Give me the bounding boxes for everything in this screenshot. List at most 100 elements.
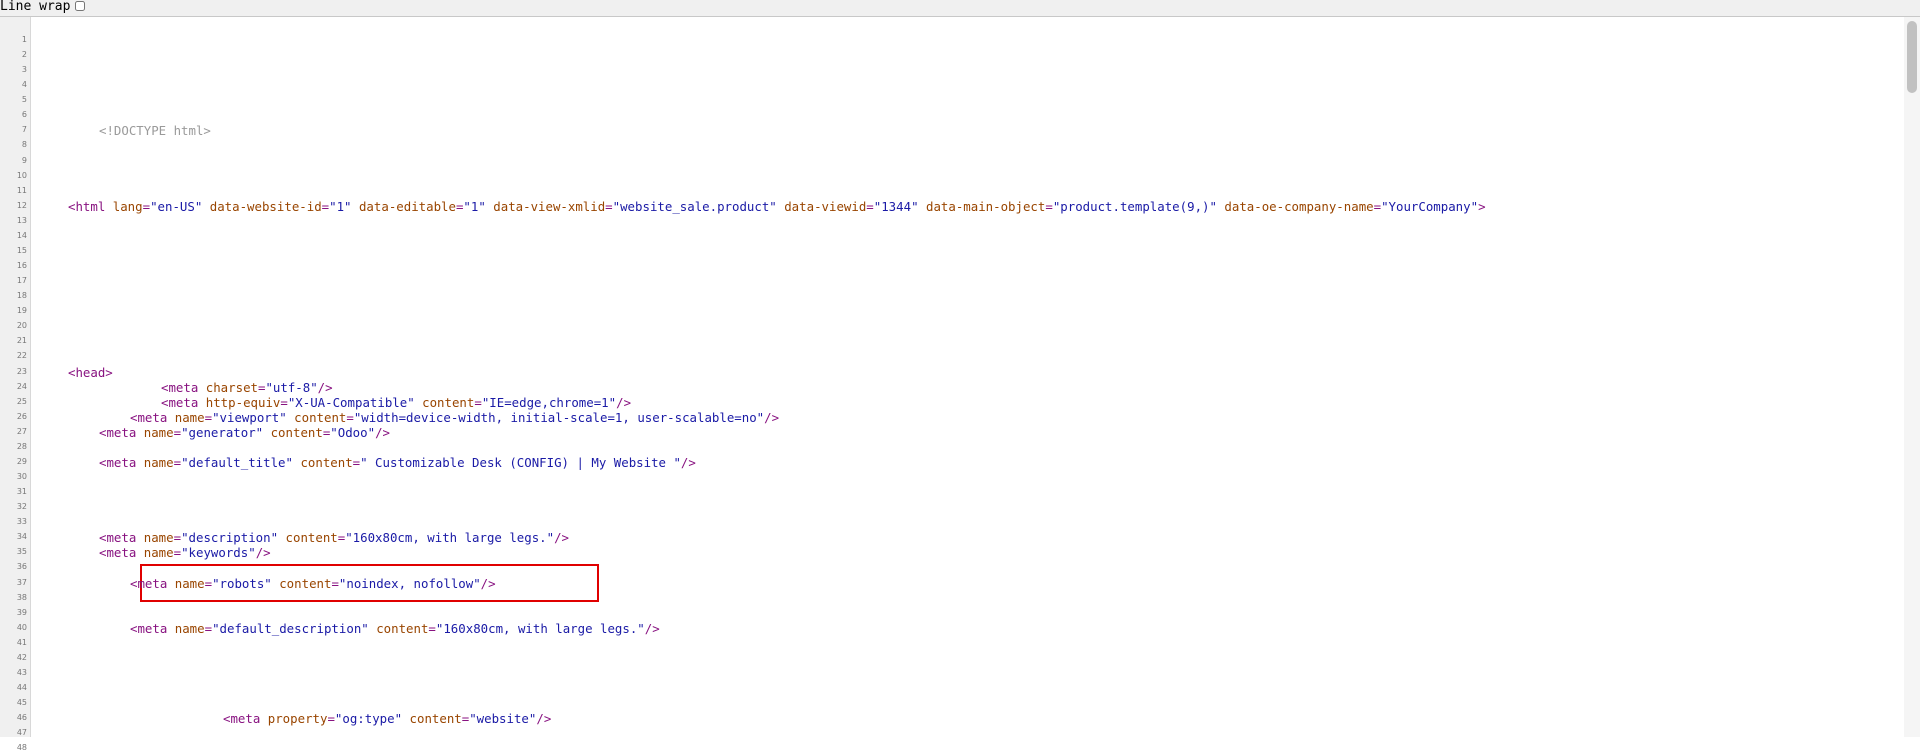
code-token-tag: = (346, 409, 354, 425)
line-number: 36 (16, 562, 27, 572)
line-number: 20 (16, 321, 27, 331)
code-token-val: "IE=edge,chrome=1" (481, 394, 617, 410)
code-token-tag: = (173, 545, 182, 561)
code-token-attr: name (143, 454, 174, 470)
code-token-tag: = (474, 394, 482, 410)
line-number: 10 (16, 170, 27, 180)
line-number: 29 (16, 456, 27, 466)
code-line-23: <head> (68, 365, 113, 380)
code-token-attr: http-equiv (205, 394, 281, 410)
line-number: 16 (16, 261, 27, 271)
code-token-attr: content (271, 575, 332, 591)
code-token-val: "website" (469, 711, 537, 727)
code-token-val: " Customizable Desk (CONFIG) | My Websit… (360, 454, 681, 470)
code-token-val: "default_description" (212, 620, 369, 636)
code-token-tag: <meta (161, 394, 206, 410)
code-token-val: "width=device-width, initial-scale=1, us… (353, 409, 765, 425)
code-token-tag: <head> (68, 364, 113, 380)
code-line-46: <meta property="og:type" content="websit… (223, 711, 551, 726)
code-token-tag: = (204, 620, 213, 636)
code-token-attr: content (402, 711, 462, 727)
code-line-35: <meta name="keywords"/> (99, 545, 271, 560)
code-token-tag: /> (317, 379, 333, 395)
line-number: 27 (16, 426, 27, 436)
code-token-val: "YourCompany" (1381, 198, 1479, 214)
code-token-tag: /> (536, 711, 552, 727)
code-token-tag: <meta (99, 530, 144, 546)
code-token-attr: data-website-id (202, 198, 322, 214)
code-token-tag: = (1373, 198, 1382, 214)
code-token-val: "generator" (181, 424, 264, 440)
code-token-tag: = (331, 575, 339, 591)
code-line-29: <meta name="default_title" content=" Cus… (99, 455, 696, 470)
code-token-attr: name (174, 409, 205, 425)
code-token-tag: = (428, 620, 436, 636)
line-number: 1 (21, 35, 27, 44)
scrollbar-thumb[interactable] (1907, 21, 1917, 93)
code-token-tag: <meta (130, 620, 175, 636)
code-token-attr: data-viewid (776, 198, 867, 214)
line-wrap-checkbox[interactable] (75, 1, 85, 11)
code-line-37: <meta name="robots" content="noindex, no… (130, 576, 496, 591)
code-token-attr: name (174, 620, 205, 636)
code-token-tag: = (204, 409, 213, 425)
code-token-tag: = (204, 575, 213, 591)
line-number: 14 (16, 230, 27, 240)
code-token-tag: = (173, 530, 182, 546)
code-token-attr: name (143, 545, 174, 561)
line-number: 37 (16, 577, 27, 587)
code-token-val: "website_sale.product" (612, 198, 777, 214)
line-number: 26 (16, 411, 27, 421)
code-line-26: <meta name="viewport" content="width=dev… (130, 410, 779, 425)
line-number: 15 (16, 245, 27, 255)
code-token-val: "en-US" (150, 198, 203, 214)
code-token-val: "robots" (212, 575, 272, 591)
source-code-area: <!DOCTYPE html> <html lang="en-US" data-w… (31, 17, 1902, 737)
line-number: 21 (16, 336, 27, 346)
line-number: 39 (16, 607, 27, 617)
vertical-scrollbar[interactable] (1904, 17, 1920, 737)
code-token-attr: name (174, 575, 205, 591)
code-token-val: "product.template(9,)" (1052, 198, 1217, 214)
line-number: 28 (16, 441, 27, 451)
line-number: 13 (16, 215, 27, 225)
line-number: 11 (16, 185, 27, 195)
line-number: 12 (16, 200, 27, 210)
line-number: 32 (16, 502, 27, 512)
code-token-val: "description" (181, 530, 279, 546)
line-number: 35 (16, 547, 27, 557)
code-token-tag: /> (554, 530, 570, 546)
code-token-attr: name (143, 530, 174, 546)
line-number: 2 (21, 50, 27, 60)
code-token-attr: content (292, 454, 353, 470)
code-token-tag: <meta (130, 409, 175, 425)
code-token-tag: > (1478, 198, 1486, 214)
line-number: 8 (21, 140, 27, 150)
line-number: 48 (16, 743, 27, 753)
line-number: 41 (16, 637, 27, 647)
code-token-val: "default_title" (181, 454, 293, 470)
code-token-tag: <meta (99, 454, 144, 470)
code-token-attr: charset (205, 379, 258, 395)
code-token-tag: <meta (223, 711, 268, 727)
line-number: 33 (16, 517, 27, 527)
code-token-val: "Odoo" (330, 424, 376, 440)
line-number: 4 (21, 80, 27, 90)
code-token-tag: <meta (99, 545, 144, 561)
code-token-tag: = (866, 198, 874, 214)
code-token-tag: = (327, 711, 335, 727)
line-number: 38 (16, 592, 27, 602)
line-number: 22 (16, 351, 27, 361)
code-token-val: "1" (463, 198, 486, 214)
code-line-34: <meta name="description" content="160x80… (99, 530, 569, 545)
code-token-tag: /> (680, 454, 696, 470)
code-token-val: "keywords" (181, 545, 256, 561)
code-token-tag: /> (764, 409, 780, 425)
code-line-40: <meta name="default_description" content… (130, 621, 660, 636)
code-line-12: <html lang="en-US" data-website-id="1" d… (68, 199, 1486, 214)
line-number: 3 (21, 65, 27, 75)
view-source-toolbar: Line wrap (0, 0, 1920, 17)
code-token-val: "viewport" (212, 409, 287, 425)
code-token-tag: /> (480, 575, 496, 591)
line-wrap-label: Line wrap (0, 0, 71, 14)
